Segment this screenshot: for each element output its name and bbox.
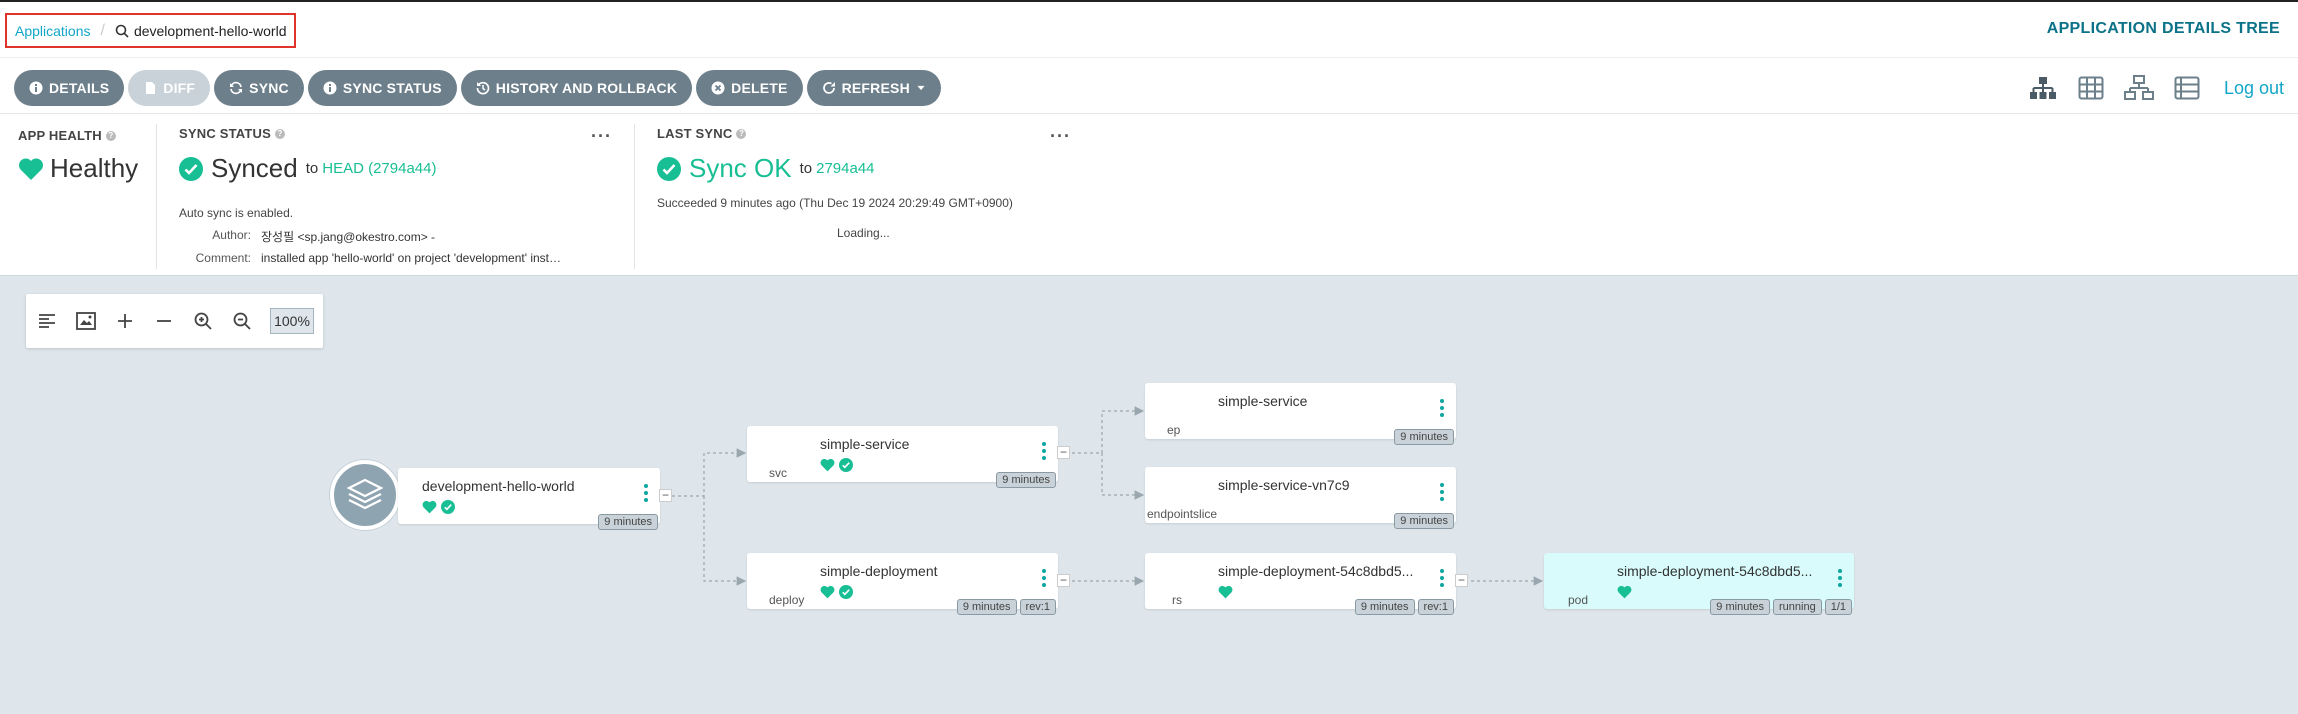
pod-ready-badge: 1/1: [1824, 599, 1852, 615]
application-node[interactable]: development-hello-world 9 minutes: [398, 468, 660, 530]
node-name: simple-deployment-54c8dbd5...: [1617, 563, 1813, 579]
age-badge: 9 minutes: [1710, 599, 1770, 615]
node-kind: endpointslice: [1147, 507, 1218, 521]
resource-node-deploy[interactable]: simple-deployment deploy 9 minutes rev:1: [747, 553, 1058, 615]
node-kind: rs: [1172, 593, 1182, 607]
revision-badge: rev:1: [1019, 599, 1056, 615]
collapse-toggle[interactable]: −: [659, 489, 672, 502]
resource-node-ep[interactable]: simple-service ep 9 minutes: [1145, 383, 1456, 445]
heart-icon: [820, 458, 835, 472]
age-badge: 9 minutes: [1394, 429, 1454, 445]
node-name: simple-service: [820, 436, 910, 452]
application-node-icon[interactable]: [330, 460, 400, 530]
node-name: simple-service-vn7c9: [1218, 477, 1350, 493]
node-status-icons: [422, 500, 455, 514]
node-menu-icon[interactable]: [1042, 442, 1046, 460]
edge-app-svc: [672, 448, 747, 497]
node-menu-icon[interactable]: [1838, 569, 1842, 587]
age-badge: 9 minutes: [1394, 513, 1454, 529]
collapse-toggle[interactable]: −: [1455, 574, 1468, 587]
edge-app-deploy: [703, 496, 747, 586]
node-kind: pod: [1568, 593, 1589, 607]
resource-node-endpointslice[interactable]: simple-service-vn7c9 endpointslice 9 min…: [1145, 467, 1456, 529]
check-circle-icon: [441, 500, 455, 514]
node-menu-icon[interactable]: [1440, 483, 1444, 501]
node-status-icons: [820, 458, 853, 472]
heart-icon: [1617, 585, 1632, 599]
age-badge: 9 minutes: [996, 472, 1056, 488]
node-status-icons: [1617, 585, 1632, 599]
node-menu-icon[interactable]: [1440, 569, 1444, 587]
node-kind: deploy: [769, 593, 805, 607]
resource-node-svc[interactable]: simple-service svc 9 minutes: [747, 426, 1058, 488]
node-kind: svc: [769, 466, 787, 480]
node-menu-icon[interactable]: [644, 484, 648, 502]
node-menu-icon[interactable]: [1440, 399, 1444, 417]
node-name: development-hello-world: [422, 478, 575, 494]
collapse-toggle[interactable]: −: [1057, 446, 1070, 459]
pod-state-badge: running: [1773, 599, 1822, 615]
node-name: simple-deployment: [820, 563, 938, 579]
check-circle-icon: [839, 458, 853, 472]
node-menu-icon[interactable]: [1042, 569, 1046, 587]
resource-node-rs[interactable]: simple-deployment-54c8dbd5... rs 9 minut…: [1145, 553, 1456, 615]
node-status-icons: [820, 585, 853, 599]
edge-svc-ep: [1072, 406, 1145, 454]
node-name: simple-service: [1218, 393, 1308, 409]
resource-node-pod[interactable]: simple-deployment-54c8dbd5... pod 9 minu…: [1544, 553, 1854, 615]
age-badge: 9 minutes: [956, 599, 1017, 615]
heart-icon: [1218, 585, 1233, 599]
node-name: simple-deployment-54c8dbd5...: [1218, 563, 1414, 579]
revision-badge: rev:1: [1417, 599, 1454, 615]
heart-icon: [820, 585, 835, 599]
collapse-toggle[interactable]: −: [1057, 574, 1070, 587]
node-status-icons: [1218, 585, 1233, 599]
age-badge: 9 minutes: [1354, 599, 1415, 615]
node-kind: ep: [1167, 423, 1181, 437]
check-circle-icon: [839, 585, 853, 599]
heart-icon: [422, 500, 437, 514]
edge-svc-endpointslice: [1101, 453, 1145, 500]
age-badge: 9 minutes: [598, 514, 658, 530]
